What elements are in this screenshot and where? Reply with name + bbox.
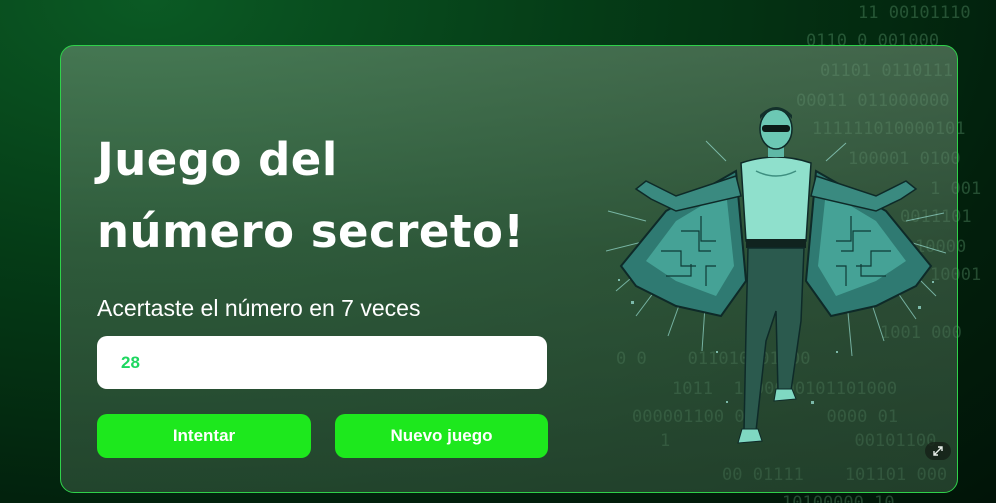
try-button[interactable]: Intentar [97,414,311,458]
game-card: Juego del número secreto! Acertaste el n… [60,45,958,493]
matrix-man-illustration [606,107,946,444]
page-title: Juego del número secreto! [97,124,524,268]
title-line-1: Juego del [97,133,338,186]
title-line-2: número secreto! [97,205,525,258]
expand-button[interactable] [925,442,951,460]
number-input[interactable] [97,336,547,389]
result-message: Acertaste el número en 7 veces [97,295,421,321]
expand-arrows-icon [933,446,943,456]
new-game-button[interactable]: Nuevo juego [335,414,548,458]
